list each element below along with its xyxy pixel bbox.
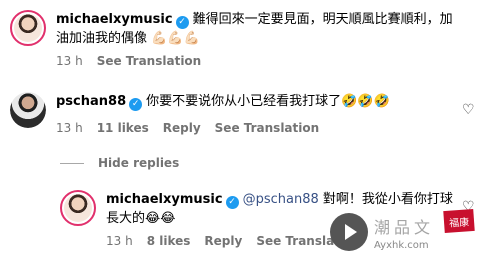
verified-badge-icon: ✓ <box>175 16 189 29</box>
avatar-michaelxymusic[interactable] <box>60 190 96 226</box>
comment-1: michaelxymusic ✓ 難得回來一定要見面，明天順風比賽順利，加 油加油我… <box>10 10 453 68</box>
divider <box>60 162 84 164</box>
hide-replies-button[interactable]: Hide replies <box>60 156 179 170</box>
comment-text: 你要不要说你从小已经看我打球了🤣🤣🤣 <box>146 94 390 109</box>
username[interactable]: michaelxymusic <box>106 192 223 207</box>
comment-text: 難得回來一定要見面，明天順風比賽順利，加 <box>192 12 453 27</box>
verified-badge-icon: ✓ <box>225 196 239 209</box>
heart-icon[interactable]: ♡ <box>462 103 475 117</box>
likes-count[interactable]: 11 likes <box>97 121 149 135</box>
reply-button[interactable]: Reply <box>163 121 201 135</box>
username[interactable]: michaelxymusic <box>56 12 173 27</box>
avatar-pschan88[interactable] <box>10 92 46 128</box>
mention-link[interactable]: @pschan88 <box>243 192 319 207</box>
comment-text: 對啊！我從小看你打球 <box>318 192 453 207</box>
comment-text-cont: 油加油我的偶像 💪🏻💪🏻💪🏻 <box>56 31 200 46</box>
hide-replies-label: Hide replies <box>98 156 180 170</box>
timestamp[interactable]: 13 h <box>56 54 83 68</box>
timestamp[interactable]: 13 h <box>56 121 83 135</box>
watermark-seal: 福康 <box>443 208 475 234</box>
avatar-michaelxymusic[interactable] <box>10 10 46 46</box>
watermark: 潮品文 Ayxhk.com 福康 <box>330 206 478 258</box>
see-translation-link[interactable]: See Translation <box>97 54 202 68</box>
comment-2: pschan88 ✓ 你要不要说你从小已经看我打球了🤣🤣🤣 13 h 11 like… <box>10 92 390 135</box>
likes-count[interactable]: 8 likes <box>147 234 191 248</box>
reply-button[interactable]: Reply <box>204 234 242 248</box>
username[interactable]: pschan88 <box>56 94 126 109</box>
play-icon <box>330 213 368 251</box>
watermark-title: 潮品文 <box>374 217 435 237</box>
timestamp[interactable]: 13 h <box>106 234 133 248</box>
verified-badge-icon: ✓ <box>129 98 143 111</box>
see-translation-link[interactable]: See Translation <box>215 121 320 135</box>
watermark-url: Ayxhk.com <box>374 239 429 251</box>
